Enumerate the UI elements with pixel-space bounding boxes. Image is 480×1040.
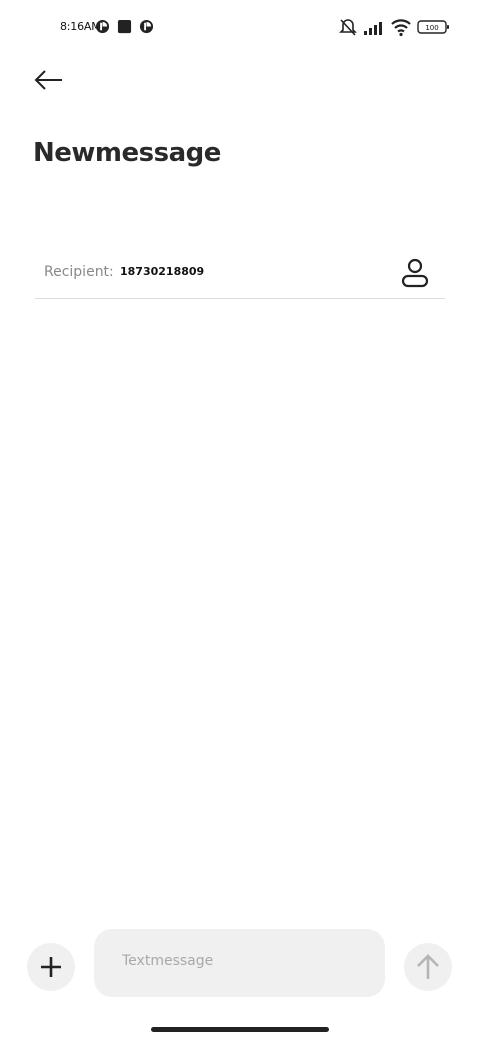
back-button[interactable] <box>30 64 66 96</box>
recipient-row: Recipient: <box>35 250 445 299</box>
app-notification-icon <box>117 19 132 34</box>
app-notification-icon <box>95 19 110 34</box>
send-button[interactable] <box>404 943 452 991</box>
home-indicator[interactable] <box>151 1027 329 1032</box>
contact-picker-button[interactable] <box>399 256 431 290</box>
person-icon <box>401 258 429 288</box>
page-title: Newmessage <box>33 138 221 168</box>
battery-level: 100 <box>425 24 438 32</box>
recipient-input[interactable] <box>120 265 370 278</box>
battery-icon: 100 <box>417 20 449 34</box>
add-attachment-button[interactable] <box>27 943 75 991</box>
message-input[interactable] <box>122 953 362 969</box>
message-box <box>94 929 385 997</box>
recipient-label: Recipient: <box>44 264 114 280</box>
wifi-icon <box>391 19 411 37</box>
cellular-signal-icon <box>364 22 382 35</box>
plus-icon <box>41 957 61 977</box>
muted-vibrate-icon <box>339 19 357 36</box>
arrow-left-icon <box>34 70 62 90</box>
arrow-up-icon <box>417 954 439 979</box>
app-notification-icon <box>139 19 154 34</box>
status-bar: 8:16AM 100 <box>0 0 480 56</box>
